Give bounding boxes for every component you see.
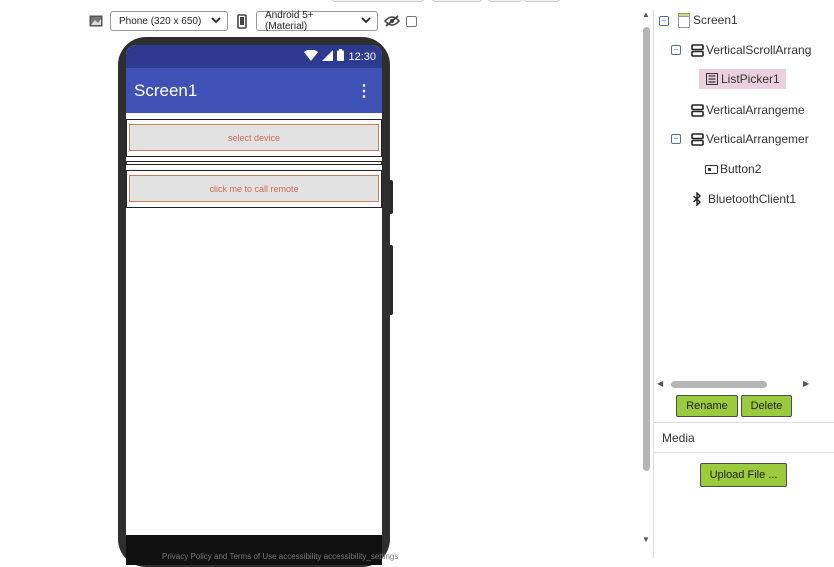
status-bar: 12:30 (126, 45, 382, 68)
tree-item-verticalarrangement1[interactable]: VerticalArrangeme (690, 103, 805, 117)
app-title: Screen1 (134, 80, 198, 100)
listpicker-button[interactable]: select device (129, 124, 379, 151)
footer-links[interactable]: Privacy Policy and Terms of Use accessib… (162, 552, 398, 561)
button-icon (704, 162, 718, 176)
device-size-value: Phone (320 x 650) (119, 15, 202, 27)
tree-item-label: BluetoothClient1 (708, 192, 797, 206)
upload-file-label: Upload File ... (709, 469, 778, 481)
overflow-menu-icon[interactable]: ⋮ (356, 81, 372, 101)
rename-button[interactable]: Rename (676, 395, 738, 417)
scroll-left-icon[interactable]: ◀ (657, 379, 663, 388)
section-divider (654, 452, 834, 453)
vertical-arrangement-icon (690, 132, 704, 146)
viewer-scroll-thumb[interactable] (643, 27, 650, 471)
app-bar: Screen1 ⋮ (126, 68, 382, 113)
viewer-toolbar: Phone (320 x 650) Android 5+ (Material) (88, 10, 417, 32)
signal-icon (322, 49, 334, 64)
phone-screen: 12:30 Screen1 ⋮ select device click me t… (126, 45, 382, 565)
scroll-right-icon[interactable]: ▶ (803, 379, 809, 388)
vertical-arrangement-icon (690, 43, 704, 57)
phone-preview-icon[interactable] (234, 13, 250, 29)
scroll-up-icon[interactable]: ▲ (642, 10, 650, 19)
tree-item-bluetoothclient1[interactable]: BluetoothClient1 (690, 192, 796, 206)
tree-scroll-thumb[interactable] (671, 381, 767, 388)
collapse-vscroll-icon[interactable]: − (671, 45, 681, 55)
top-tab-stub (524, 0, 560, 2)
device-size-select[interactable]: Phone (320 x 650) (110, 11, 228, 31)
section-divider (654, 422, 834, 423)
collapse-varr2-icon[interactable]: − (671, 134, 681, 144)
tree-item-screen1[interactable]: Screen1 (677, 12, 738, 28)
vertical-arrangement-icon (690, 103, 704, 117)
top-tab-stub (432, 0, 482, 2)
tree-item-label: Button2 (720, 162, 762, 176)
tree-item-listpicker1[interactable]: ListPicker1 (699, 69, 786, 89)
scroll-down-icon[interactable]: ▼ (642, 535, 650, 544)
listpicker-label: select device (227, 132, 281, 143)
status-time: 12:30 (348, 50, 376, 63)
tree-item-button2[interactable]: Button2 (704, 162, 761, 176)
tree-item-label: VerticalArrangeme (706, 103, 805, 117)
viewer-scrollbar[interactable]: ▲ ▼ (640, 10, 652, 546)
media-heading: Media (662, 431, 695, 445)
top-tab-stub (488, 0, 522, 2)
phone-side-button (390, 180, 393, 214)
tree-item-verticalarrangement2[interactable]: VerticalArrangemer (690, 132, 809, 146)
button2-label: click me to call remote (209, 183, 299, 194)
theme-value: Android 5+ (Material) (265, 10, 314, 32)
listpicker-icon (705, 72, 719, 86)
chevron-down-icon (361, 16, 371, 27)
upload-file-button[interactable]: Upload File ... (700, 463, 787, 487)
theme-select[interactable]: Android 5+ (Material) (256, 10, 378, 32)
wifi-icon (304, 49, 319, 64)
phone-side-button (390, 245, 393, 315)
tree-item-label: VerticalArrangemer (706, 132, 809, 146)
vertical-arrangement-1[interactable] (126, 161, 382, 165)
tree-item-label: Screen1 (693, 13, 738, 27)
delete-label: Delete (750, 400, 783, 412)
battery-icon (337, 49, 345, 64)
vertical-arrangement-2[interactable]: click me to call remote (126, 170, 382, 208)
tree-item-label: VerticalScrollArrang (706, 43, 812, 57)
tree-horizontal-scrollbar[interactable]: ◀ ▶ (657, 378, 812, 390)
collapse-screen1-icon[interactable]: − (659, 16, 669, 26)
delete-button[interactable]: Delete (741, 395, 792, 417)
vertical-scroll-arrangement[interactable]: select device (126, 119, 382, 157)
tablet-size-icon[interactable] (88, 13, 104, 29)
hidden-components-icon[interactable] (384, 13, 400, 29)
top-tab-stub (332, 0, 424, 2)
rename-label: Rename (686, 400, 728, 412)
chevron-down-icon (211, 16, 221, 27)
button2[interactable]: click me to call remote (129, 175, 379, 202)
panel-divider (653, 10, 654, 558)
screen-icon (677, 12, 691, 28)
bluetooth-icon (690, 192, 704, 206)
tree-item-verticalscrollarrangement[interactable]: VerticalScrollArrang (690, 43, 811, 57)
show-hidden-checkbox[interactable] (406, 15, 417, 27)
tree-item-label: ListPicker1 (721, 72, 780, 86)
